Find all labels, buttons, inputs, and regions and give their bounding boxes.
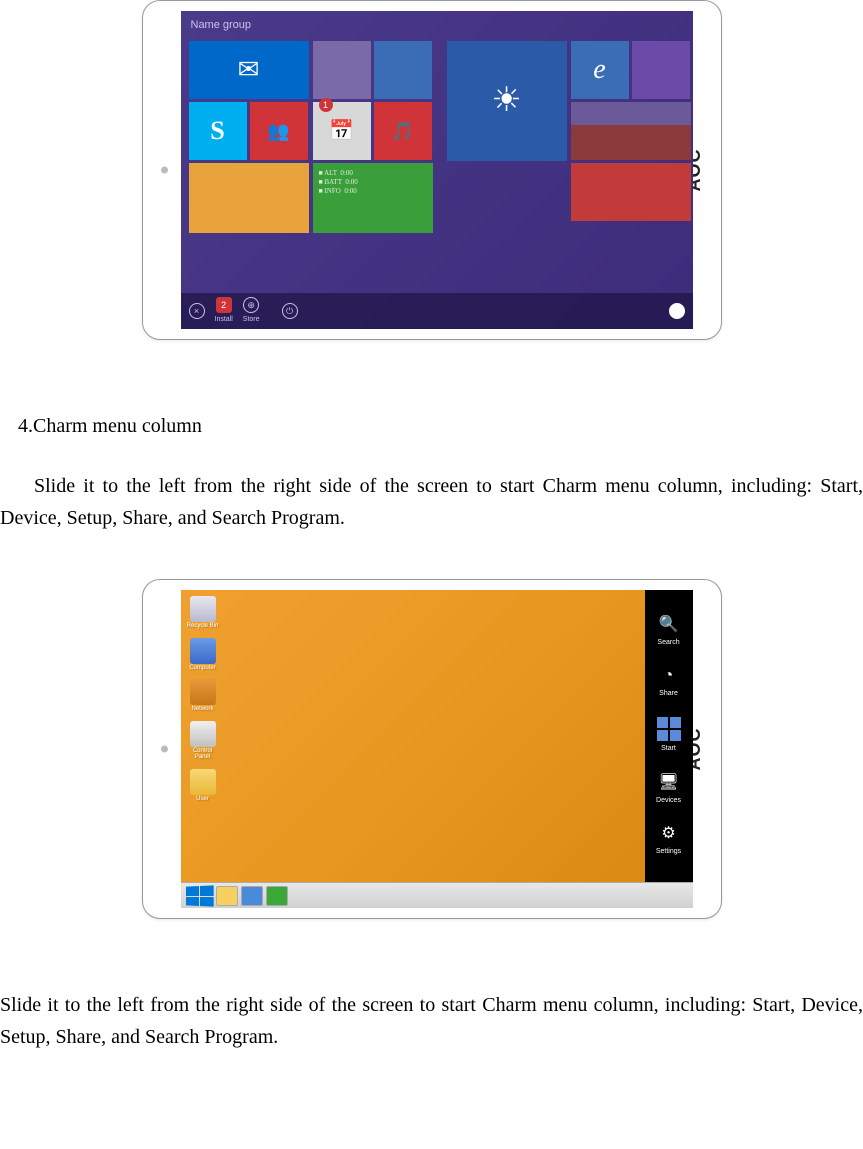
calendar-tile[interactable]: 1 📅 bbox=[313, 102, 371, 160]
ie-tile[interactable]: e bbox=[571, 41, 629, 99]
charm-search[interactable]: 🔍 Search bbox=[645, 615, 693, 648]
windows-desktop-screen: Recycle Bin Computer Network Control Pan… bbox=[181, 590, 693, 908]
store-icon: ⊕ bbox=[243, 297, 259, 313]
tablet-image-start-screen: AOC Name group ✉ S 👥 bbox=[142, 0, 722, 340]
finance-tile[interactable]: ■ ALT 0:00 ■ BATT 0:00 ■ INFO 0:00 bbox=[313, 163, 433, 233]
desktop-icons-column: Recycle Bin Computer Network Control Pan… bbox=[187, 596, 219, 803]
tiles-area: ✉ S 👥 bbox=[181, 39, 693, 293]
charm-settings[interactable]: ⚙ Settings bbox=[645, 824, 693, 857]
music-icon: 🎵 bbox=[391, 117, 413, 146]
start-group-label: Name group bbox=[181, 11, 693, 39]
power-icon: ⏻ bbox=[282, 303, 298, 319]
sun-icon: ☀ bbox=[491, 74, 521, 128]
news-tile[interactable] bbox=[571, 163, 691, 221]
people-icon: 👥 bbox=[267, 117, 289, 146]
user-folder-icon bbox=[190, 769, 216, 795]
taskbar-app-explorer[interactable] bbox=[216, 886, 238, 906]
close-icon: × bbox=[189, 303, 205, 319]
music-tile[interactable]: 🎵 bbox=[374, 102, 432, 160]
devices-icon: 🖥 bbox=[659, 773, 679, 793]
paragraph-1: Slide it to the left from the right side… bbox=[0, 470, 863, 534]
skype-tile[interactable]: S bbox=[189, 102, 247, 160]
taskbar-install[interactable]: 2Install bbox=[215, 297, 233, 325]
tablet-image-desktop-charms: AOC Recycle Bin Computer Network bbox=[142, 579, 722, 919]
share-icon: ◔ bbox=[659, 666, 679, 686]
desktop-icon-control[interactable]: Control Panel bbox=[187, 721, 219, 761]
desktop-tile[interactable] bbox=[189, 163, 309, 233]
tablet-camera-dot bbox=[161, 167, 168, 174]
charm-share[interactable]: ◔ Share bbox=[645, 666, 693, 699]
store-tile[interactable] bbox=[632, 41, 690, 99]
desktop-area: Recycle Bin Computer Network Control Pan… bbox=[181, 590, 693, 882]
mail-tile[interactable]: ✉ bbox=[189, 41, 309, 99]
taskbar-app-ie[interactable] bbox=[241, 886, 263, 906]
taskbar-right[interactable] bbox=[669, 303, 685, 319]
paragraph-2: Slide it to the left from the right side… bbox=[0, 989, 863, 1053]
desktop-icon-network[interactable]: Network bbox=[187, 679, 219, 713]
photo-tile[interactable] bbox=[571, 102, 691, 160]
charm-bar: 🔍 Search ◔ Share Start 🖥 Devices bbox=[645, 590, 693, 882]
search-icon: 🔍 bbox=[659, 615, 679, 635]
reading-tile[interactable] bbox=[313, 41, 371, 99]
windows-logo-icon bbox=[657, 717, 681, 741]
network-icon bbox=[190, 679, 216, 705]
people-tile[interactable]: 👥 bbox=[250, 102, 308, 160]
start-taskbar: × 2Install ⊕Store ⏻ bbox=[181, 293, 693, 329]
charm-start[interactable]: Start bbox=[645, 717, 693, 754]
circle-icon bbox=[669, 303, 685, 319]
app-tile[interactable] bbox=[374, 41, 432, 99]
desktop-icon-recycle[interactable]: Recycle Bin bbox=[187, 596, 219, 630]
section-heading: 4.Charm menu column bbox=[18, 410, 863, 442]
calendar-badge: 1 bbox=[319, 98, 333, 112]
section-number: 4. bbox=[18, 415, 33, 437]
finance-text: ■ ALT 0:00 ■ BATT 0:00 ■ INFO 0:00 bbox=[319, 169, 358, 196]
ie-icon: e bbox=[593, 48, 605, 93]
windows-taskbar bbox=[181, 882, 693, 908]
charm-devices[interactable]: 🖥 Devices bbox=[645, 773, 693, 806]
desktop-icon-computer[interactable]: Computer bbox=[187, 638, 219, 672]
taskbar-store[interactable]: ⊕Store bbox=[243, 297, 260, 325]
weather-tile[interactable]: ☀ bbox=[447, 41, 567, 161]
windows-start-screen: Name group ✉ S 👥 bbox=[181, 11, 693, 329]
recycle-bin-icon bbox=[190, 596, 216, 622]
control-panel-icon bbox=[190, 721, 216, 747]
taskbar-power[interactable]: ⏻ bbox=[282, 303, 298, 319]
mail-icon: ✉ bbox=[238, 49, 260, 91]
computer-icon bbox=[190, 638, 216, 664]
calendar-icon: 📅 bbox=[329, 115, 354, 147]
install-icon: 2 bbox=[216, 297, 232, 313]
gear-icon: ⚙ bbox=[659, 824, 679, 844]
taskbar-app-store[interactable] bbox=[266, 886, 288, 906]
start-button[interactable] bbox=[186, 885, 214, 906]
taskbar-close[interactable]: × bbox=[189, 303, 205, 319]
tablet-camera-dot bbox=[161, 746, 168, 753]
section-title: Charm menu column bbox=[33, 415, 202, 437]
desktop-icon-user[interactable]: User bbox=[187, 769, 219, 803]
skype-icon: S bbox=[210, 110, 224, 152]
